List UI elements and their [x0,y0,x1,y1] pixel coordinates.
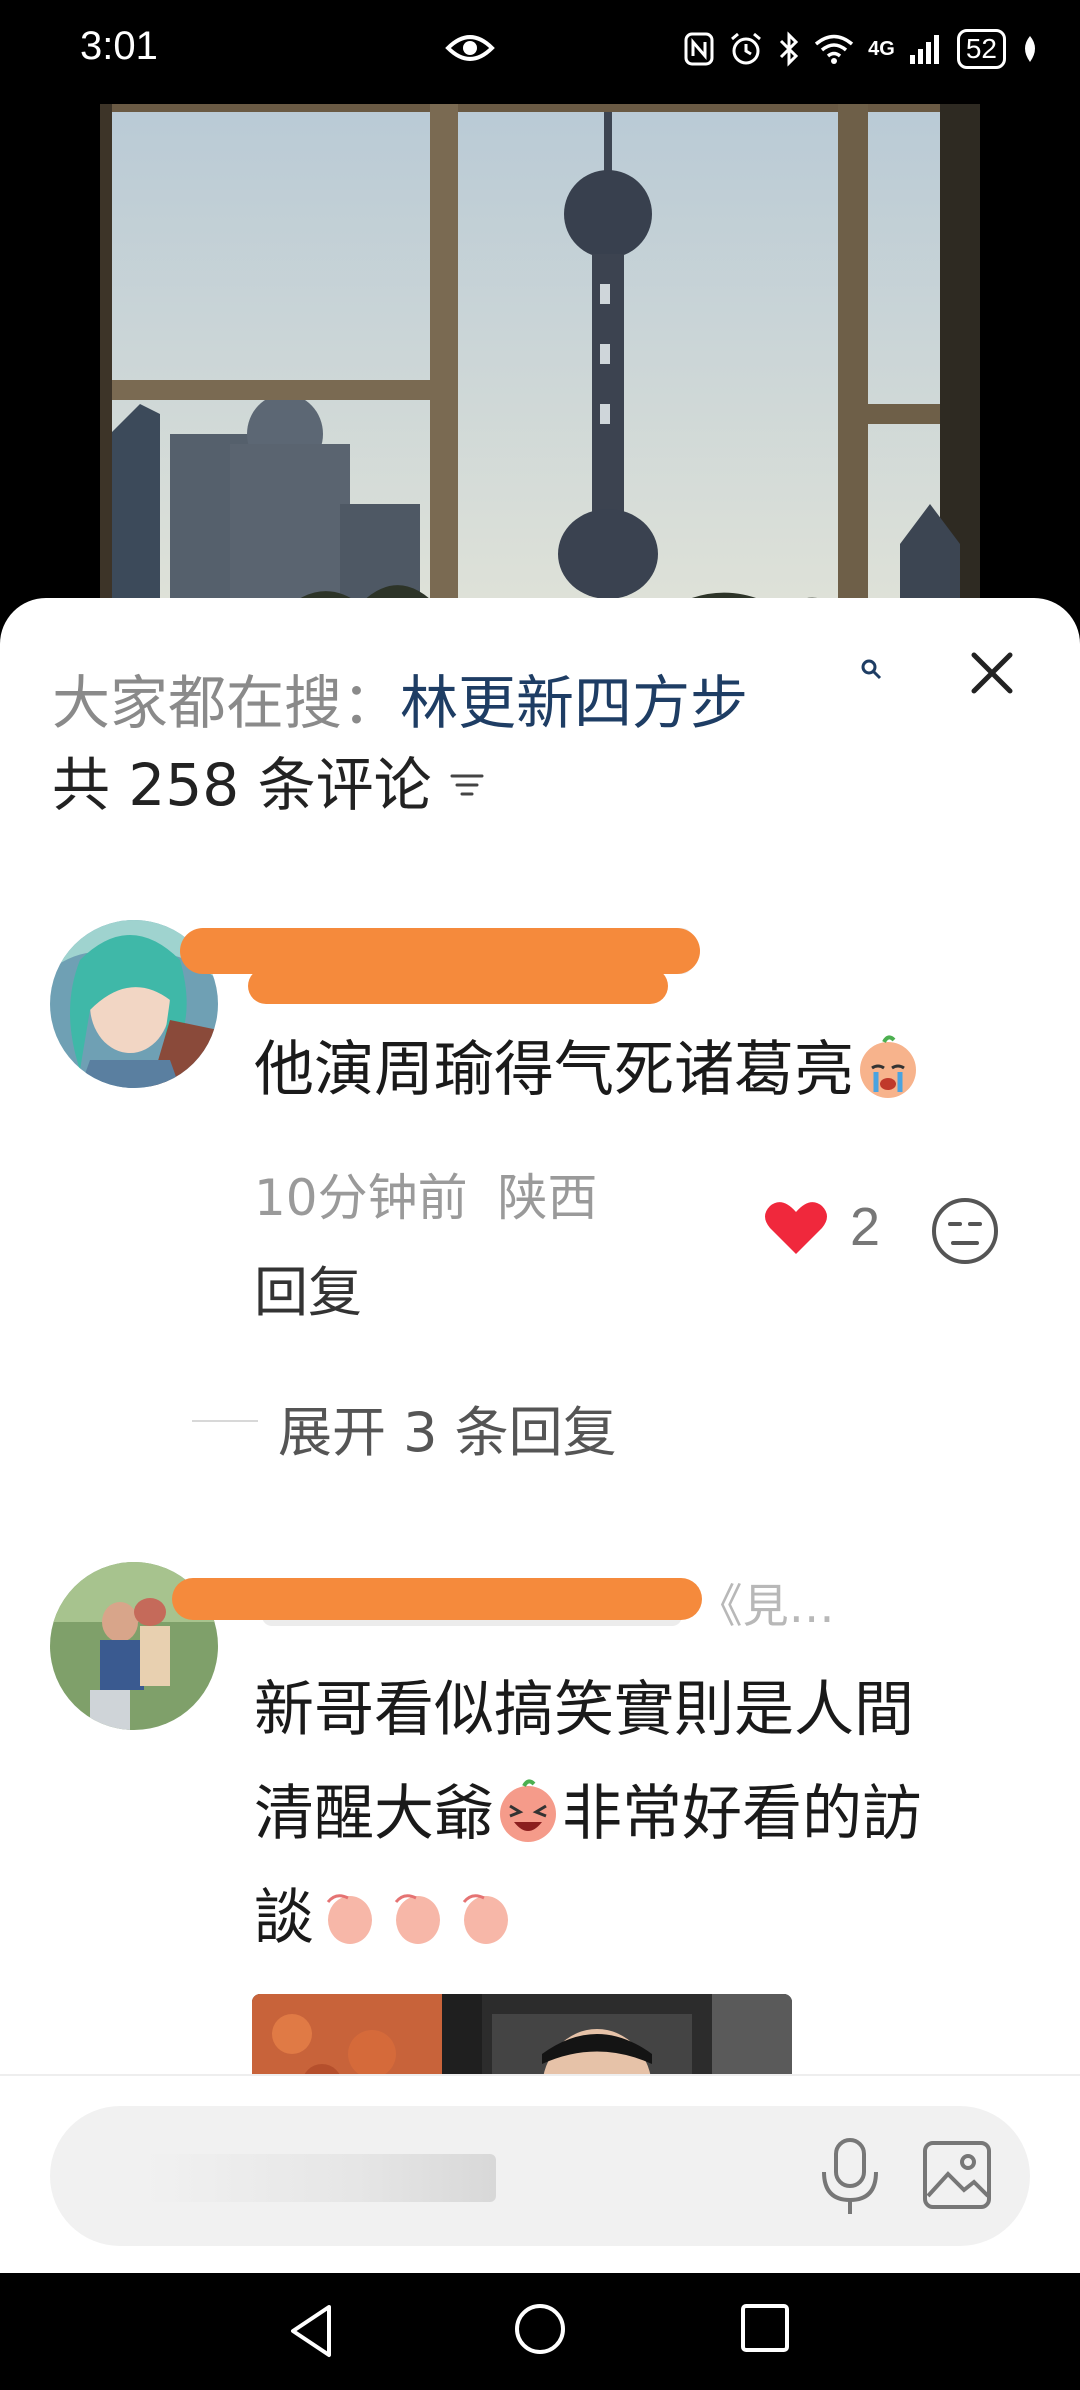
nfc-icon [684,32,714,66]
search-icon[interactable] [860,658,882,680]
comment-input-bar [0,2074,1080,2276]
comment-location: 陕西 [497,1169,598,1227]
expand-replies-button[interactable]: 展开 3 条回复 [278,1388,617,1467]
redaction-mark [248,968,668,1004]
navigation-bar [0,2273,1080,2390]
comment-time: 10分钟前 [254,1169,468,1227]
comments-sheet: 大家都在搜：林更新四方步 共 258 条评论 他演周瑜得气死诸葛亮 10分钟前 … [0,598,1080,2273]
signal-icon [909,35,939,64]
dislike-icon[interactable] [930,1196,1000,1266]
status-icons: 4G 52 [684,26,1040,72]
sort-icon[interactable] [448,768,486,802]
comment-line: 清醒大爺 非常好看的訪 [254,1762,922,1866]
comment-input[interactable] [50,2106,1030,2246]
comment-text: 他演周瑜得气死诸葛亮 [254,1018,922,1122]
recent-apps-icon[interactable] [738,2301,792,2355]
username-tail: 《見… [696,1579,835,1633]
close-icon[interactable] [962,643,1022,703]
comment-count-text: 共 258 条评论 [52,751,432,819]
network-type: 4G [868,37,895,60]
like-button[interactable]: 2 [764,1196,880,1258]
trending-search-term[interactable]: 林更新四方步 [400,669,748,737]
trending-search-prefix: 大家都在搜： [52,669,401,737]
battery-icon: 52 [956,29,1006,69]
microphone-icon[interactable] [810,2134,890,2218]
bluetooth-icon [780,31,799,67]
eye-icon [445,35,495,61]
like-count: 2 [850,1197,881,1257]
reply-button[interactable]: 回复 [254,1248,362,1327]
back-icon[interactable] [285,2301,341,2361]
crying-face-icon [860,1035,916,1098]
comment-line-part: 談 [254,1883,314,1953]
comment-text-content: 他演周瑜得气死诸葛亮 [254,1035,854,1105]
heart-icon [765,1202,827,1254]
comment-line-part: 非常好看的訪 [562,1779,922,1849]
input-placeholder [146,2154,496,2202]
laughing-face-icon [500,1779,556,1842]
comment-meta: 10分钟前 陕西 [254,1158,598,1230]
status-time: 3:01 [80,24,158,68]
comment-line: 談 [254,1866,922,1970]
expand-divider [192,1420,258,1422]
clap-icon [326,1894,372,1944]
image-icon[interactable] [920,2138,994,2212]
alarm-icon [731,32,762,65]
leaf-icon [1025,36,1035,62]
comment-text: 新哥看似搞笑實則是人間 清醒大爺 非常好看的訪 談 [254,1658,922,1970]
home-icon[interactable] [512,2301,568,2357]
status-bar: 3:01 4G 52 [0,0,1080,100]
wifi-icon [815,34,854,64]
comment-line: 新哥看似搞笑實則是人間 [254,1675,914,1745]
clap-icon [394,1894,440,1944]
video-player[interactable] [100,104,980,614]
comment-count: 共 258 条评论 [52,738,486,822]
redaction-mark [172,1578,702,1620]
clap-icon [462,1894,508,1944]
comment-line-part: 清醒大爺 [254,1779,494,1849]
trending-search[interactable]: 大家都在搜：林更新四方步 [52,656,748,740]
video-frame [100,104,980,614]
